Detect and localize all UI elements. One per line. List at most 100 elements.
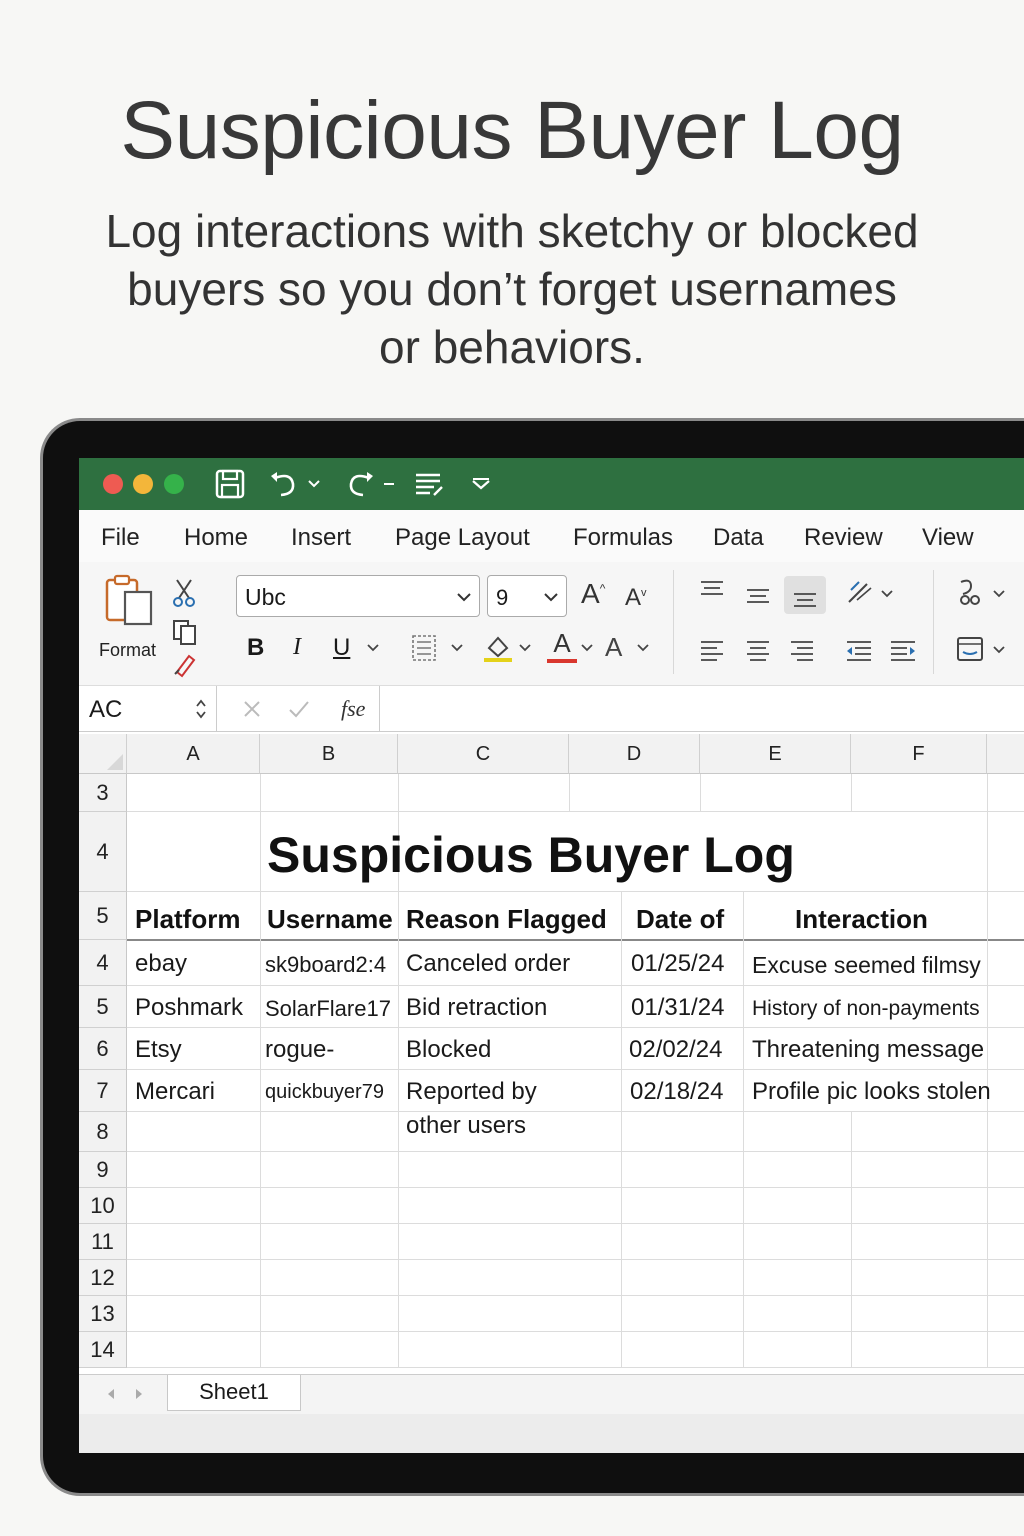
font-color-chevron-icon[interactable] (579, 640, 595, 656)
format-painter-icon[interactable] (171, 650, 199, 678)
select-all-corner[interactable] (79, 734, 127, 774)
close-button[interactable] (103, 474, 123, 494)
cell-reason[interactable]: Blocked (406, 1036, 491, 1064)
underline-button[interactable]: U (333, 634, 350, 662)
column-header-d[interactable]: D (569, 734, 700, 774)
tab-formulas[interactable]: Formulas (573, 524, 673, 552)
formula-input[interactable] (389, 696, 1009, 722)
cell-reason[interactable]: Reported by (406, 1078, 537, 1106)
cell-username[interactable]: quickbuyer79 (265, 1081, 384, 1104)
cell-platform[interactable]: ebay (135, 950, 187, 978)
bold-button[interactable]: B (247, 634, 264, 662)
grow-font-button[interactable]: A^ (581, 578, 605, 610)
row-header[interactable]: 4 (79, 812, 127, 892)
orientation-icon[interactable] (845, 578, 875, 608)
customize-toolbar-chevron-icon[interactable] (467, 468, 495, 500)
column-header-f[interactable]: F (851, 734, 987, 774)
cell-reason-line-2[interactable]: other users (406, 1112, 526, 1140)
sheet-tab-sheet1[interactable]: Sheet1 (167, 1375, 301, 1411)
merge-chevron-icon[interactable] (991, 642, 1007, 658)
tab-page-layout[interactable]: Page Layout (395, 524, 530, 552)
align-left-icon[interactable] (699, 638, 725, 662)
column-header-c[interactable]: C (398, 734, 569, 774)
wrap-text-chevron-icon[interactable] (991, 586, 1007, 602)
cell-platform[interactable]: Mercari (135, 1078, 215, 1106)
align-bottom-button[interactable] (784, 576, 826, 614)
decrease-indent-icon[interactable] (845, 638, 873, 664)
font-name-select[interactable]: Ubc (236, 575, 480, 617)
italic-button[interactable]: I (293, 634, 301, 661)
row-header[interactable]: 11 (79, 1224, 127, 1260)
font-size-select[interactable]: 9 (487, 575, 567, 617)
row-header[interactable]: 5 (79, 986, 127, 1028)
cell-username[interactable]: sk9board2:4 (265, 952, 386, 978)
cell-username[interactable]: SolarFlare17 (265, 996, 391, 1022)
row-header[interactable]: 9 (79, 1152, 127, 1188)
minimize-button[interactable] (133, 474, 153, 494)
column-header-e[interactable]: E (700, 734, 851, 774)
undo-icon[interactable] (267, 468, 301, 500)
row-header[interactable]: 8 (79, 1112, 127, 1152)
cut-icon[interactable] (171, 578, 197, 608)
row-header[interactable]: 12 (79, 1260, 127, 1296)
cell-date[interactable]: 02/18/24 (630, 1078, 723, 1106)
cell-date[interactable]: 02/02/24 (629, 1036, 722, 1064)
cell-reason[interactable]: Canceled order (406, 950, 570, 978)
previous-sheet-icon[interactable] (105, 1387, 117, 1401)
save-icon[interactable] (213, 468, 247, 500)
text-effects-chevron-icon[interactable] (635, 640, 651, 656)
row-header[interactable]: 10 (79, 1188, 127, 1224)
wrap-text-icon[interactable] (955, 576, 985, 608)
row-header[interactable]: 5 (79, 892, 127, 940)
font-color-button[interactable]: A (547, 628, 577, 663)
orientation-chevron-icon[interactable] (879, 586, 895, 602)
undo-dropdown-chevron-icon[interactable] (304, 468, 324, 500)
name-box[interactable]: AC (79, 686, 217, 732)
row-header[interactable]: 6 (79, 1028, 127, 1070)
cell-platform[interactable]: Etsy (135, 1036, 182, 1064)
tab-home[interactable]: Home (184, 524, 248, 552)
insert-function-button[interactable]: fse (341, 696, 365, 722)
tab-file[interactable]: File (101, 524, 140, 552)
row-header[interactable]: 4 (79, 940, 127, 986)
shrink-font-button[interactable]: Av (625, 584, 647, 612)
tab-insert[interactable]: Insert (291, 524, 351, 552)
tab-review[interactable]: Review (804, 524, 883, 552)
align-middle-icon[interactable] (745, 584, 771, 608)
cell-interaction[interactable]: Threatening message (752, 1036, 984, 1064)
borders-icon[interactable] (409, 632, 441, 664)
paste-icon[interactable] (103, 572, 155, 628)
cell-interaction[interactable]: Excuse seemed filmsy (752, 952, 981, 979)
align-top-icon[interactable] (699, 578, 725, 602)
cell-username[interactable]: rogue- (265, 1036, 334, 1064)
column-header-b[interactable]: B (260, 734, 398, 774)
cell-date[interactable]: 01/31/24 (631, 994, 724, 1022)
cell-reason[interactable]: Bid retraction (406, 994, 547, 1022)
merge-cells-icon[interactable] (955, 634, 985, 664)
cell-date[interactable]: 01/25/24 (631, 950, 724, 978)
cancel-entry-icon[interactable] (241, 698, 263, 720)
next-sheet-icon[interactable] (133, 1387, 145, 1401)
confirm-entry-icon[interactable] (287, 698, 311, 720)
quick-access-document-icon[interactable] (412, 468, 446, 500)
copy-icon[interactable] (171, 618, 199, 646)
align-right-icon[interactable] (789, 638, 815, 662)
fill-color-chevron-icon[interactable] (517, 640, 533, 656)
borders-chevron-icon[interactable] (449, 640, 465, 656)
text-effects-button[interactable]: A (605, 632, 622, 663)
row-header[interactable]: 14 (79, 1332, 127, 1368)
row-header[interactable]: 7 (79, 1070, 127, 1112)
fill-color-icon[interactable] (481, 630, 515, 664)
underline-chevron-icon[interactable] (365, 640, 381, 656)
row-header[interactable]: 3 (79, 774, 127, 812)
align-center-icon[interactable] (745, 638, 771, 662)
increase-indent-icon[interactable] (889, 638, 917, 664)
cell-interaction[interactable]: History of non-payments (752, 997, 980, 1021)
tab-view[interactable]: View (922, 524, 974, 552)
row-header[interactable]: 13 (79, 1296, 127, 1332)
column-header-a[interactable]: A (127, 734, 260, 774)
redo-icon[interactable] (343, 468, 377, 500)
cell-interaction[interactable]: Profile pic looks stolen (752, 1078, 991, 1106)
zoom-button[interactable] (164, 474, 184, 494)
redo-dropdown-icon[interactable] (379, 468, 399, 500)
